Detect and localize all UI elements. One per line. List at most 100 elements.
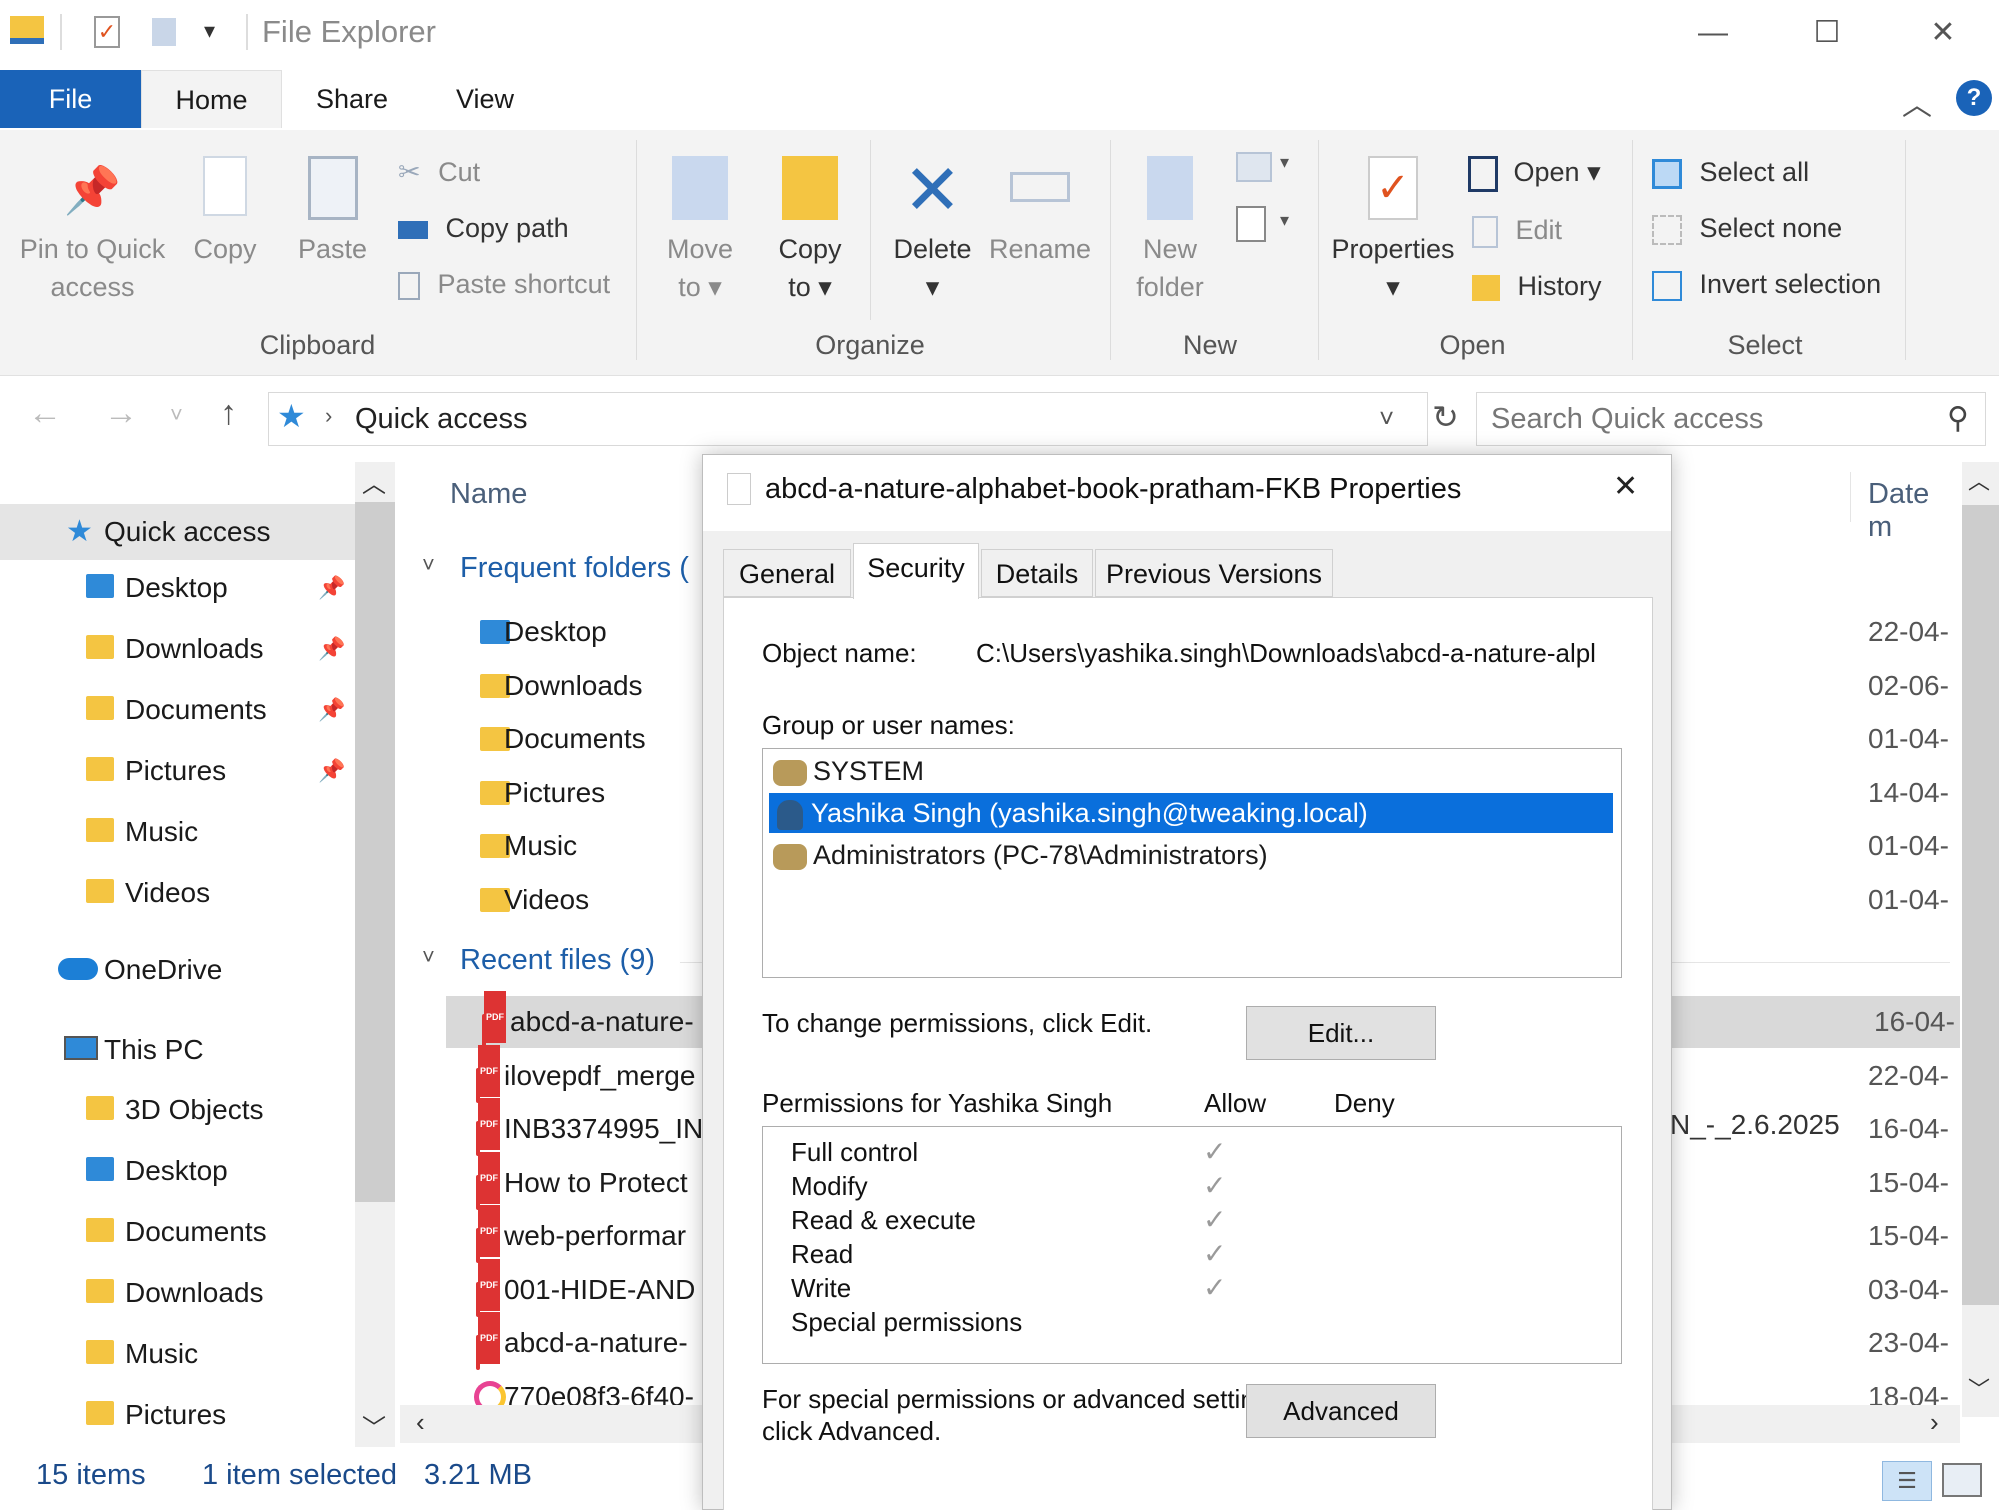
history-button[interactable]: History — [1472, 266, 1602, 306]
delete-button[interactable]: ✕ Delete ▾ — [880, 150, 985, 306]
tab-file[interactable]: File — [0, 70, 141, 128]
search-input[interactable]: Search Quick access ⚲ — [1476, 392, 1986, 446]
edit-permissions-button[interactable]: Edit... — [1246, 1006, 1436, 1060]
pin-to-quick-access-button[interactable]: 📌 Pin to Quick access — [10, 150, 175, 306]
frequent-folders-header[interactable]: Frequent folders ( — [460, 552, 689, 585]
tab-share[interactable]: Share — [292, 70, 412, 128]
advanced-button[interactable]: Advanced — [1246, 1384, 1436, 1438]
maximize-button[interactable]: ☐ — [1772, 8, 1882, 58]
pin-icon[interactable]: 📌 — [318, 682, 345, 738]
nav-quick-item[interactable]: Music — [0, 804, 355, 860]
nav-pc-item[interactable]: Music — [0, 1326, 355, 1382]
pin-icon[interactable]: 📌 — [318, 621, 345, 677]
tab-general[interactable]: General — [723, 549, 851, 597]
paste-shortcut-button[interactable]: Paste shortcut — [398, 264, 610, 304]
recent-locations-icon[interactable]: ˅ — [170, 402, 183, 428]
tab-previous-versions[interactable]: Previous Versions — [1095, 549, 1333, 597]
nav-pc-item[interactable]: Documents — [0, 1204, 355, 1260]
nav-quick-item[interactable]: Desktop 📌 — [0, 560, 355, 616]
up-arrow-icon[interactable]: ↑ — [220, 394, 237, 433]
new-folder-quick-icon[interactable] — [152, 18, 176, 46]
close-button[interactable]: ✕ — [1888, 8, 1998, 58]
nav-pc-item[interactable]: Desktop — [0, 1143, 355, 1199]
history-icon — [1472, 274, 1500, 301]
chevron-right-icon: › — [325, 403, 333, 428]
forward-arrow-icon[interactable]: → — [104, 394, 138, 433]
list-scroll-down-icon[interactable]: ﹀ — [1968, 1372, 1990, 1404]
nav-scrollbar-thumb[interactable] — [355, 502, 395, 1202]
collapse-frequent-icon[interactable]: ˅ — [422, 552, 435, 578]
nav-scroll-down-icon[interactable]: ﹀ — [362, 1408, 386, 1443]
nav-quick-access[interactable]: ★ Quick access — [0, 504, 355, 560]
nav-this-pc[interactable]: This PC — [0, 1022, 355, 1078]
copy-to-button[interactable]: Copy to ▾ — [760, 150, 860, 306]
user-row-yashika[interactable]: Yashika Singh (yashika.singh@tweaking.lo… — [769, 793, 1613, 833]
dialog-close-button[interactable]: ✕ — [1613, 469, 1638, 504]
user-row-system[interactable]: SYSTEM — [769, 751, 1613, 791]
user-list[interactable]: SYSTEM Yashika Singh (yashika.singh@twea… — [762, 748, 1622, 978]
select-none-button[interactable]: Select none — [1652, 208, 1842, 248]
new-item-icon[interactable] — [1236, 152, 1272, 182]
user-row-administrators[interactable]: Administrators (PC-78\Administrators) — [769, 835, 1613, 875]
object-name-value: C:\Users\yashika.singh\Downloads\abcd-a-… — [976, 638, 1596, 668]
edit-button[interactable]: Edit — [1472, 210, 1562, 250]
address-dropdown-icon[interactable]: ˅ — [1379, 403, 1394, 434]
move-to-button[interactable]: Move to ▾ — [650, 150, 750, 306]
tab-view[interactable]: View — [430, 70, 540, 128]
properties-button[interactable]: ✓ Properties ▾ — [1328, 150, 1458, 306]
new-item-dropdown-icon[interactable]: ▾ — [1280, 152, 1289, 173]
minimize-button[interactable]: — — [1658, 8, 1768, 58]
nav-quick-item[interactable]: Downloads 📌 — [0, 621, 355, 677]
tab-security[interactable]: Security — [853, 543, 979, 599]
nav-pc-item[interactable]: Downloads — [0, 1265, 355, 1321]
help-icon[interactable]: ? — [1956, 80, 1992, 116]
cut-button[interactable]: ✂ Cut — [398, 152, 480, 192]
address-bar[interactable]: ★ › Quick access ˅ — [268, 392, 1428, 446]
computer-icon — [64, 1036, 98, 1060]
select-all-button[interactable]: Select all — [1652, 152, 1809, 192]
nav-quick-item[interactable]: Videos — [0, 865, 355, 921]
copy-path-icon — [398, 220, 428, 239]
nav-pc-item[interactable]: 3D Objects — [0, 1082, 355, 1138]
copy-button[interactable]: Copy — [180, 150, 270, 268]
tab-home[interactable]: Home — [141, 70, 282, 128]
invert-selection-button[interactable]: Invert selection — [1652, 264, 1881, 304]
back-arrow-icon[interactable]: ← — [28, 394, 62, 433]
pin-icon[interactable]: 📌 — [318, 743, 345, 799]
refresh-icon[interactable]: ↻ — [1432, 398, 1459, 436]
copy-path-button[interactable]: Copy path — [398, 208, 569, 248]
rename-icon — [985, 150, 1095, 230]
scroll-left-icon[interactable]: ‹ — [416, 1407, 425, 1438]
recent-files-header[interactable]: Recent files (9) — [460, 944, 655, 977]
folder-icon — [86, 574, 114, 598]
open-button[interactable]: Open ▾ — [1468, 152, 1601, 192]
details-view-icon[interactable]: ☰ — [1882, 1461, 1932, 1501]
list-scroll-up-icon[interactable]: ︿ — [1968, 464, 1990, 496]
new-folder-button[interactable]: New folder — [1120, 150, 1220, 306]
scroll-right-icon[interactable]: › — [1930, 1407, 1939, 1438]
tab-details[interactable]: Details — [981, 549, 1093, 597]
customize-toolbar-icon[interactable]: ▾ — [204, 18, 215, 44]
nav-pc-item[interactable]: Pictures — [0, 1387, 355, 1443]
collapse-recent-icon[interactable]: ˅ — [422, 944, 435, 970]
properties-quick-icon[interactable]: ✓ — [94, 16, 120, 48]
nav-quick-item[interactable]: Pictures 📌 — [0, 743, 355, 799]
paste-button[interactable]: Paste — [285, 150, 380, 268]
file-list-scrollbar-thumb[interactable] — [1962, 505, 1999, 1305]
permission-name: Read & execute — [791, 1205, 977, 1235]
pin-icon[interactable]: 📌 — [318, 560, 345, 616]
nav-onedrive[interactable]: OneDrive — [0, 942, 355, 998]
nav-quick-item[interactable]: Documents 📌 — [0, 682, 355, 738]
easy-access-dropdown-icon[interactable]: ▾ — [1280, 210, 1289, 231]
folder-icon — [86, 1401, 114, 1425]
rename-button[interactable]: Rename — [985, 150, 1095, 268]
folder-icon — [86, 818, 114, 842]
folder-icon — [86, 1279, 114, 1303]
easy-access-icon[interactable] — [1236, 206, 1266, 242]
column-header-date[interactable]: Date m — [1868, 478, 1960, 544]
collapse-ribbon-icon[interactable]: ︿ — [1902, 80, 1932, 124]
quick-access-star-icon: ★ — [277, 398, 306, 434]
column-header-name[interactable]: Name — [450, 478, 527, 511]
large-icons-view-icon[interactable] — [1942, 1463, 1982, 1497]
nav-scroll-up-icon[interactable]: ︿ — [362, 464, 386, 499]
